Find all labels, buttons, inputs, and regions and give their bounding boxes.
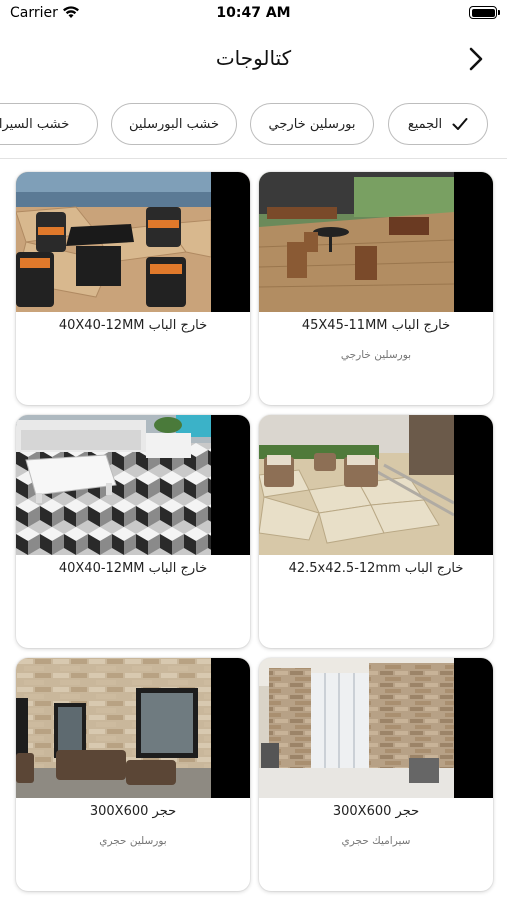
battery-icon	[469, 6, 500, 19]
product-card[interactable]: 40X40-12MM خارج الباب	[16, 415, 250, 648]
product-image	[259, 172, 493, 312]
navigation-bar: كتالوجات	[0, 30, 507, 88]
chip-all[interactable]: الجميع	[388, 103, 488, 145]
chip-porcelain-wood-label: خشب البورسلين	[128, 116, 220, 132]
product-subtitle: بورسلين خارجي	[340, 349, 412, 361]
product-image	[259, 415, 493, 555]
status-bar: Carrier 10:47 AM	[0, 0, 507, 30]
product-image	[16, 415, 250, 555]
status-time: 10:47 AM	[216, 5, 291, 21]
product-image	[16, 172, 250, 312]
filter-chips-row: الجميع بورسلين خارجي خشب البورسلين خشب ا…	[0, 103, 507, 149]
chip-outdoor-porcelain[interactable]: بورسلين خارجي	[250, 103, 374, 145]
product-card[interactable]: 42.5x42.5-12mm خارج الباب	[259, 415, 493, 648]
chip-ceramic-wood[interactable]: خشب السيراميك	[0, 103, 98, 145]
product-subtitle: سيراميك حجري	[341, 835, 411, 847]
product-title: 300X600 حجر	[332, 804, 420, 819]
product-title: 42.5x42.5-12mm خارج الباب	[288, 561, 464, 576]
page-title: كتالوجات	[215, 46, 292, 70]
product-card[interactable]: 300X600 حجر سيراميك حجري	[259, 658, 493, 891]
product-card[interactable]: 300X600 حجر بورسلين حجري	[16, 658, 250, 891]
back-chevron-icon[interactable]	[465, 46, 487, 72]
chip-porcelain-wood[interactable]: خشب البورسلين	[111, 103, 237, 145]
product-subtitle: بورسلين حجري	[99, 835, 167, 847]
chip-ceramic-wood-label: خشب السيراميك	[0, 116, 70, 132]
product-card[interactable]: 40X40-12MM خارج الباب	[16, 172, 250, 405]
checkmark-icon	[452, 118, 468, 130]
product-title: 40X40-12MM خارج الباب	[58, 318, 208, 333]
product-title: 300X600 حجر	[89, 804, 177, 819]
product-title: 40X40-12MM خارج الباب	[58, 561, 208, 576]
product-title: 45X45-11MM خارج الباب	[301, 318, 451, 333]
header-divider	[0, 158, 507, 159]
product-image	[259, 658, 493, 798]
product-card[interactable]: 45X45-11MM خارج الباب بورسلين خارجي	[259, 172, 493, 405]
product-image	[16, 658, 250, 798]
chip-outdoor-porcelain-label: بورسلين خارجي	[268, 116, 356, 132]
chip-all-label: الجميع	[407, 116, 443, 132]
